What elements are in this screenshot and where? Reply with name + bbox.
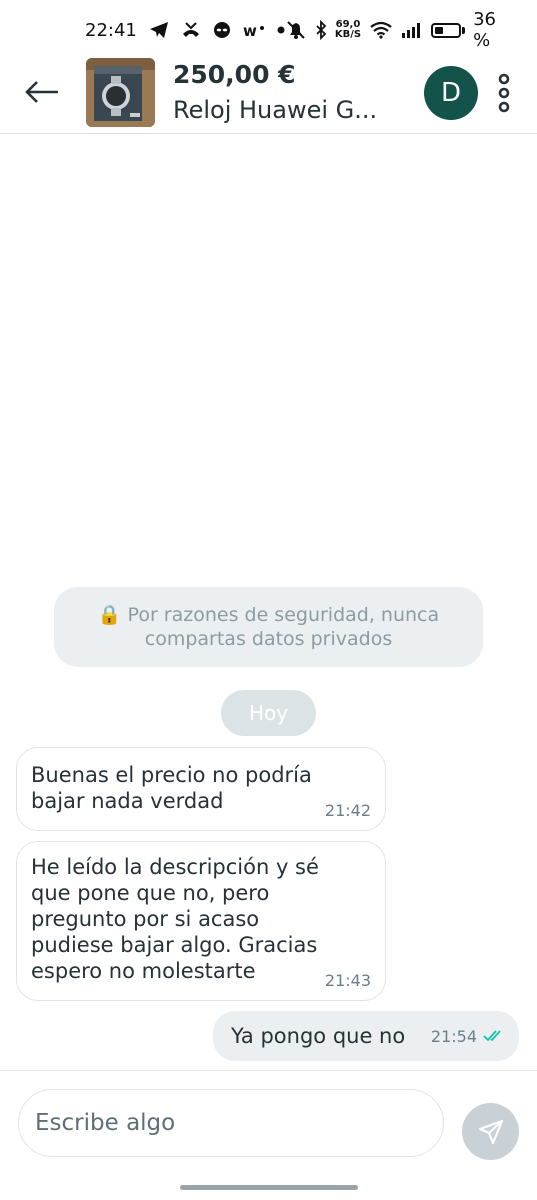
arrow-left-icon xyxy=(25,81,58,103)
product-title[interactable]: Reloj Huawei G... xyxy=(173,96,377,124)
message-text: Buenas el precio no podría bajar nada ve… xyxy=(31,763,312,813)
user-avatar[interactable]: D xyxy=(424,66,478,120)
day-separator: Hoy xyxy=(221,690,316,736)
missed-call-icon xyxy=(181,21,201,39)
status-bar: 22:41 w 69,0 KB/S 36 % xyxy=(0,0,537,60)
double-check-icon xyxy=(483,1030,501,1042)
send-button[interactable] xyxy=(462,1103,519,1160)
message-text: Ya pongo que no xyxy=(231,1024,406,1048)
bluetooth-icon xyxy=(315,20,327,40)
home-indicator[interactable] xyxy=(180,1185,358,1190)
message-time: 21:43 xyxy=(324,971,371,990)
dot-icon xyxy=(277,26,285,34)
svg-text:w: w xyxy=(243,22,257,38)
product-price: 250,00 € xyxy=(173,60,296,89)
send-icon xyxy=(478,1119,503,1144)
message-time: 21:54 xyxy=(430,1026,477,1046)
incoming-message[interactable]: Buenas el precio no podría bajar nada ve… xyxy=(16,747,386,831)
message-time: 21:42 xyxy=(324,801,371,820)
wifi-icon xyxy=(369,21,393,39)
message-input[interactable] xyxy=(18,1089,444,1157)
outgoing-message[interactable]: Ya pongo que no 21:54 xyxy=(213,1011,519,1061)
message-text: He leído la descripción y sé que pone qu… xyxy=(31,855,319,983)
vertical-dots-icon xyxy=(498,73,510,113)
cell-signal-icon xyxy=(401,21,423,39)
chat-header: 250,00 € Reloj Huawei G... D xyxy=(0,58,537,134)
wallapop-icon: w xyxy=(243,22,265,38)
composer-bar xyxy=(0,1070,537,1171)
battery-fill xyxy=(435,26,444,34)
security-notice: 🔒 Por razones de seguridad, nunca compar… xyxy=(54,587,483,667)
network-speed: 69,0 KB/S xyxy=(335,20,361,40)
back-button[interactable] xyxy=(20,72,64,112)
product-thumbnail[interactable] xyxy=(86,58,155,127)
alien-icon xyxy=(213,21,231,39)
incoming-message[interactable]: He leído la descripción y sé que pone qu… xyxy=(16,841,386,1001)
watch-box-image xyxy=(86,58,155,127)
mute-icon xyxy=(285,20,307,40)
more-options-button[interactable] xyxy=(492,70,516,116)
status-time: 22:41 xyxy=(85,19,137,41)
avatar-letter: D xyxy=(440,78,462,108)
battery-percent: 36 % xyxy=(473,9,497,51)
network-speed-unit: KB/S xyxy=(334,29,362,40)
battery-icon xyxy=(431,22,466,38)
telegram-icon xyxy=(149,21,169,39)
